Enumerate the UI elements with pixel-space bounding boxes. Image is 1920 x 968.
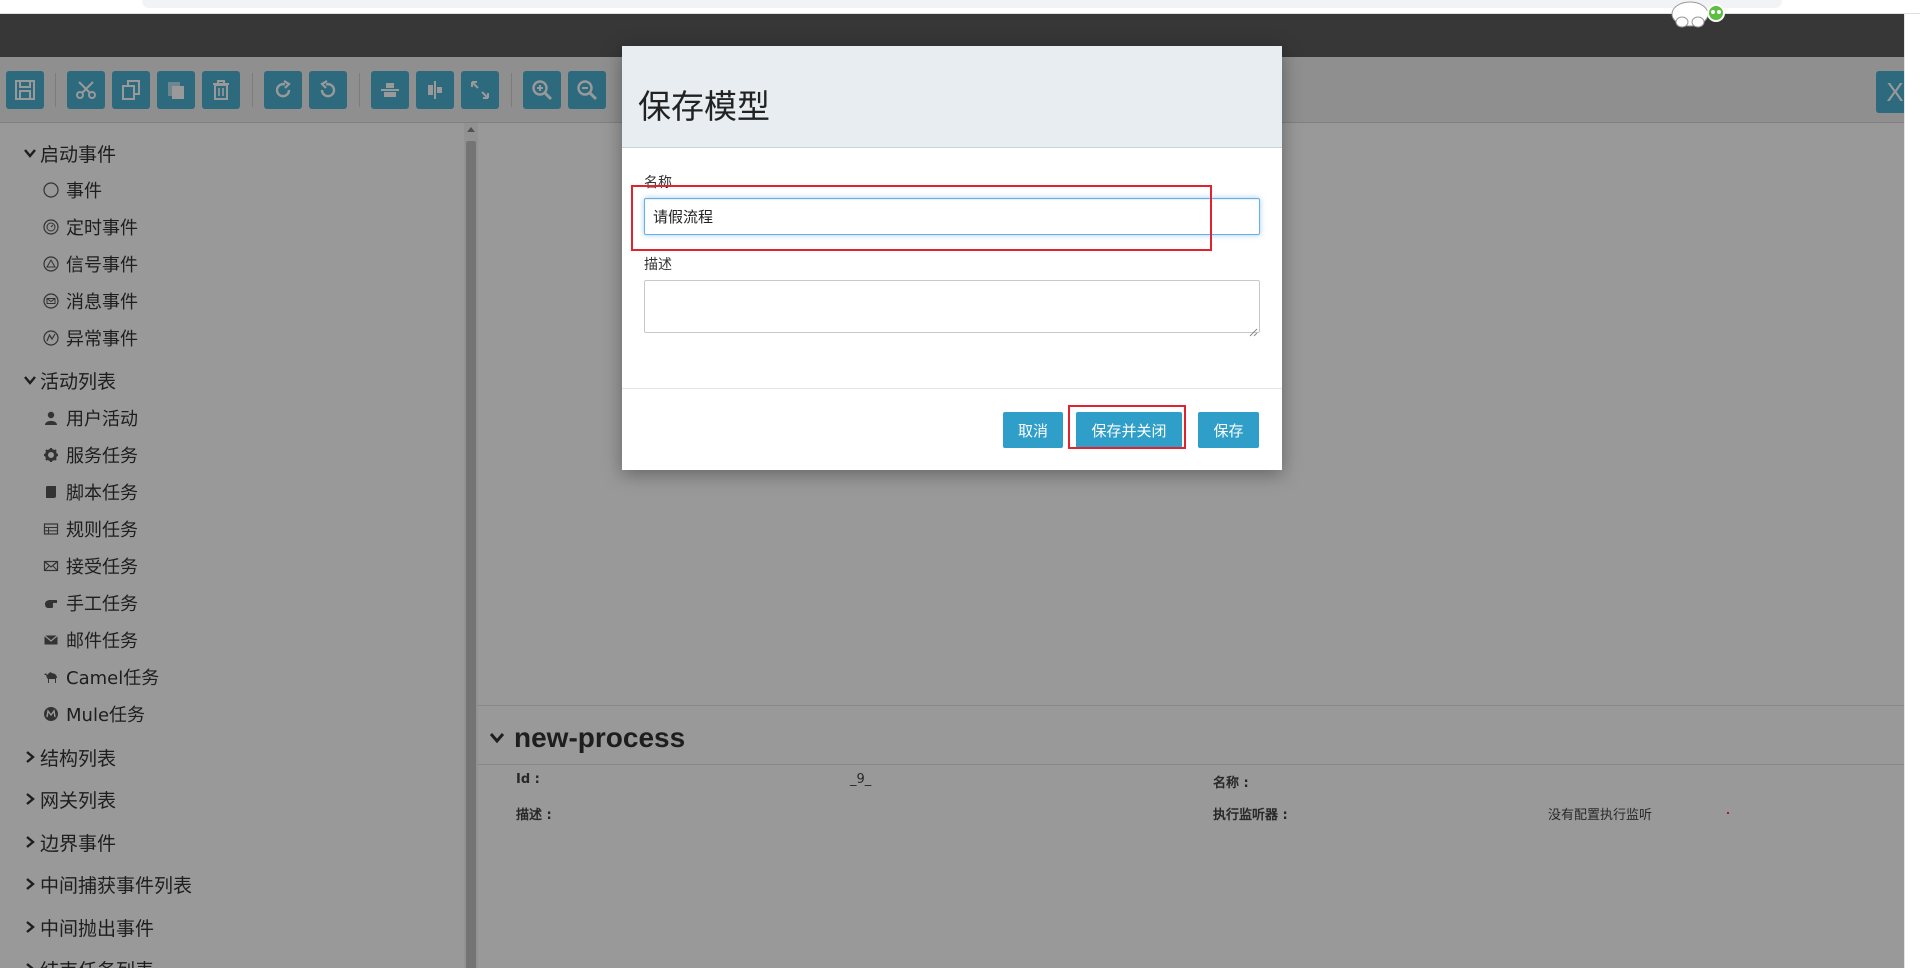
- browser-address-bar[interactable]: [142, 0, 1782, 8]
- page-scrollbar[interactable]: [1904, 14, 1920, 968]
- mascot-icon: [1668, 0, 1730, 30]
- description-label: 描述: [644, 257, 672, 273]
- resize-grip-icon[interactable]: [1248, 322, 1258, 337]
- annotation-highlight-name: [631, 185, 1212, 251]
- annotation-highlight-save-close: [1068, 405, 1186, 449]
- cancel-button[interactable]: 取消: [1003, 412, 1063, 448]
- dialog-header: 保存模型: [622, 46, 1282, 148]
- dialog-title: 保存模型: [638, 87, 770, 126]
- browser-top-strip: [0, 0, 1920, 14]
- model-description-input[interactable]: [644, 280, 1260, 333]
- save-button[interactable]: 保存: [1198, 412, 1259, 448]
